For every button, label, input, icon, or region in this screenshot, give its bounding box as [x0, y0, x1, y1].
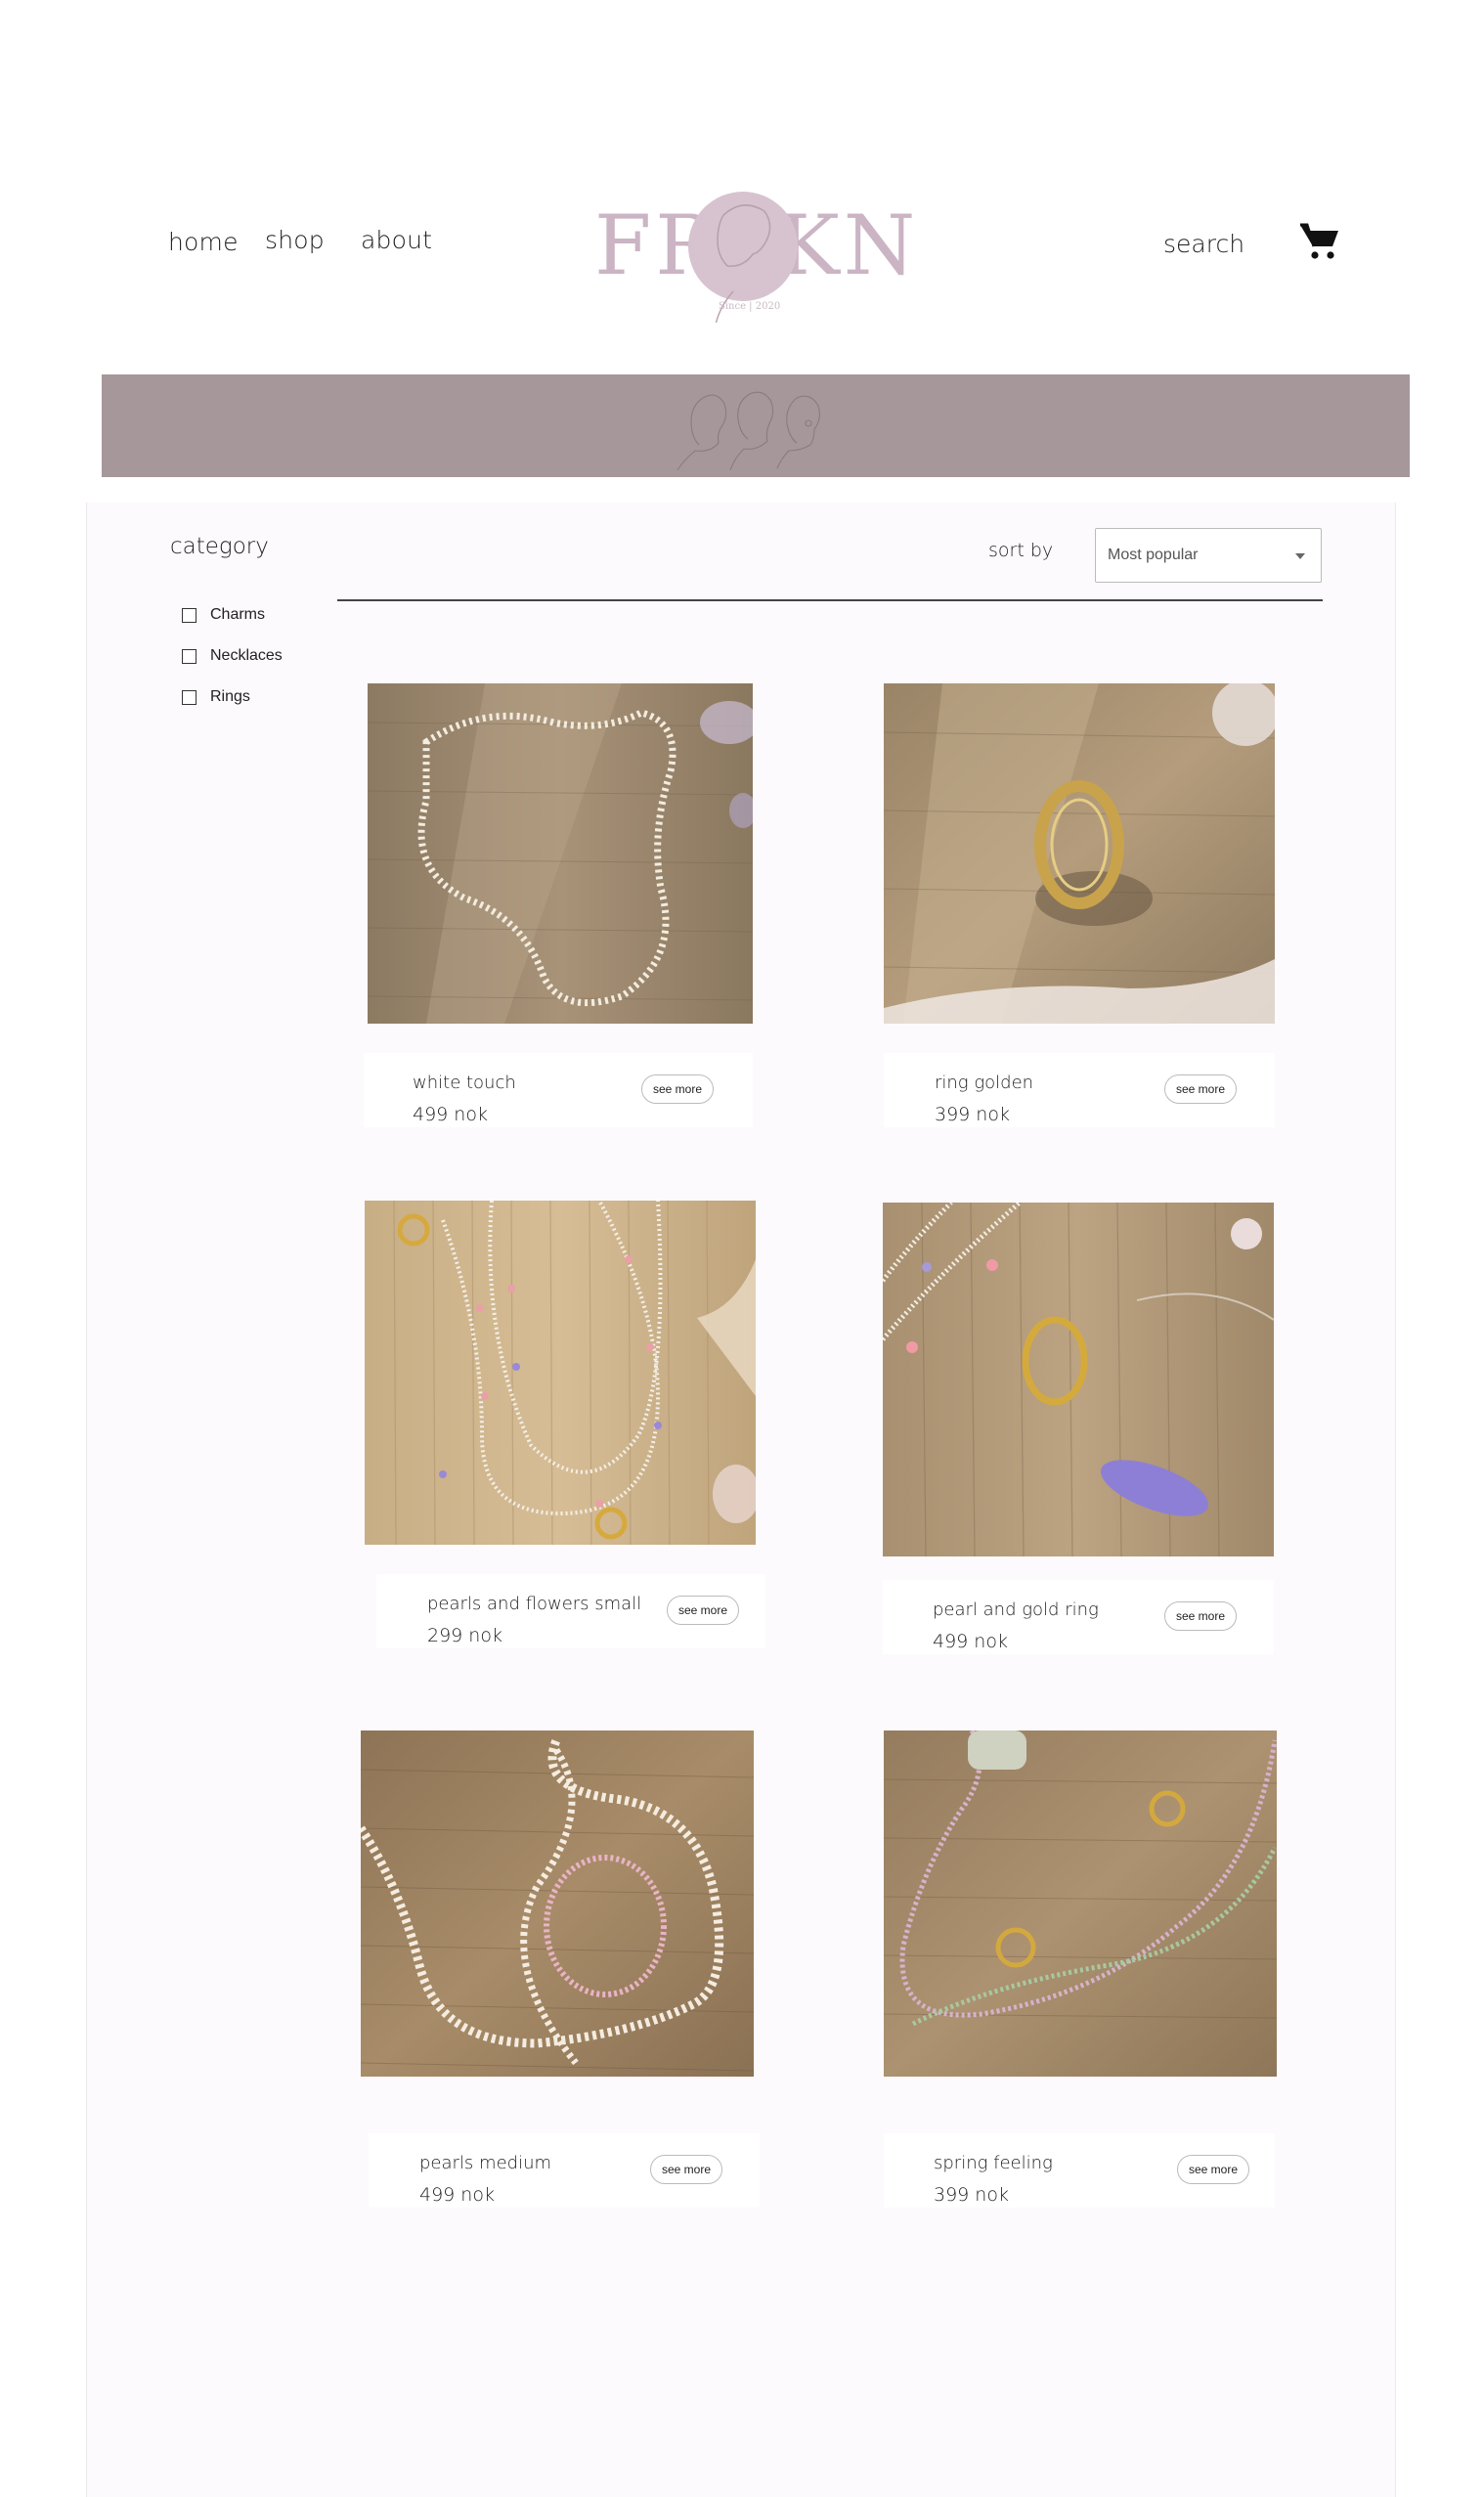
- product-price: 499 nok: [413, 1104, 488, 1125]
- cart-icon[interactable]: [1298, 221, 1341, 264]
- product-card-white-touch: white touch 499 nok see more: [364, 1053, 753, 1127]
- checkbox[interactable]: [182, 607, 196, 623]
- product-image-pearl-and-gold-ring[interactable]: [883, 1203, 1274, 1556]
- brand-logo[interactable]: FR KN Since | 2020: [587, 176, 919, 326]
- product-price: 499 nok: [933, 1631, 1008, 1652]
- women-illustration-icon: [677, 391, 820, 470]
- product-card-spring-feeling: spring feeling 399 nok see more: [884, 2133, 1275, 2208]
- brand-tagline: Since | 2020: [719, 301, 781, 312]
- product-name[interactable]: white touch: [413, 1073, 516, 1093]
- see-more-button[interactable]: see more: [641, 1074, 714, 1104]
- category-title: category: [170, 534, 269, 559]
- product-price: 399 nok: [934, 2184, 1009, 2206]
- see-more-button[interactable]: see more: [1177, 2155, 1249, 2184]
- product-image-white-touch[interactable]: [368, 683, 753, 1024]
- filter-label: Charms: [210, 606, 266, 623]
- chevron-down-icon: [1295, 553, 1305, 559]
- sort-select[interactable]: Most popular: [1095, 528, 1322, 583]
- hero-banner: [102, 374, 1410, 477]
- filter-rings[interactable]: Rings: [182, 686, 250, 708]
- see-more-button[interactable]: see more: [650, 2155, 722, 2184]
- product-name[interactable]: pearls medium: [419, 2153, 551, 2173]
- product-image-spring-feeling[interactable]: [884, 1730, 1277, 2077]
- see-more-button[interactable]: see more: [667, 1596, 739, 1625]
- filter-necklaces[interactable]: Necklaces: [182, 645, 283, 667]
- product-image-pearls-and-flowers-small[interactable]: [365, 1201, 756, 1545]
- nav-home-link[interactable]: home: [168, 228, 239, 256]
- sort-selected-value: Most popular: [1108, 547, 1199, 563]
- filter-label: Necklaces: [210, 647, 283, 664]
- nav-about-link[interactable]: about: [361, 226, 432, 254]
- product-name[interactable]: pearls and flowers small: [427, 1594, 641, 1614]
- checkbox[interactable]: [182, 689, 196, 705]
- product-image-pearls-medium[interactable]: [361, 1730, 754, 2077]
- product-name[interactable]: ring golden: [935, 1073, 1033, 1093]
- product-card-pearls-medium: pearls medium 499 nok see more: [369, 2133, 760, 2208]
- product-price: 299 nok: [427, 1625, 502, 1646]
- svg-text:KN: KN: [778, 197, 919, 293]
- filter-charms[interactable]: Charms: [182, 604, 265, 626]
- checkbox[interactable]: [182, 648, 196, 664]
- nav-shop-link[interactable]: shop: [265, 226, 325, 254]
- product-card-pearl-and-gold-ring: pearl and gold ring 499 nok see more: [883, 1580, 1274, 1654]
- product-price: 399 nok: [935, 1104, 1010, 1125]
- product-image-ring-golden[interactable]: [884, 683, 1275, 1024]
- product-price: 499 nok: [419, 2184, 495, 2206]
- product-card-ring-golden: ring golden 399 nok see more: [884, 1053, 1275, 1127]
- see-more-button[interactable]: see more: [1164, 1074, 1237, 1104]
- sort-label: sort by: [988, 540, 1054, 561]
- filter-label: Rings: [210, 688, 250, 705]
- product-card-pearls-and-flowers-small: pearls and flowers small 299 nok see mor…: [376, 1574, 765, 1648]
- product-name[interactable]: spring feeling: [934, 2153, 1053, 2173]
- product-name[interactable]: pearl and gold ring: [933, 1599, 1099, 1620]
- see-more-button[interactable]: see more: [1164, 1601, 1237, 1631]
- search-link[interactable]: search: [1163, 230, 1244, 258]
- divider: [337, 599, 1323, 601]
